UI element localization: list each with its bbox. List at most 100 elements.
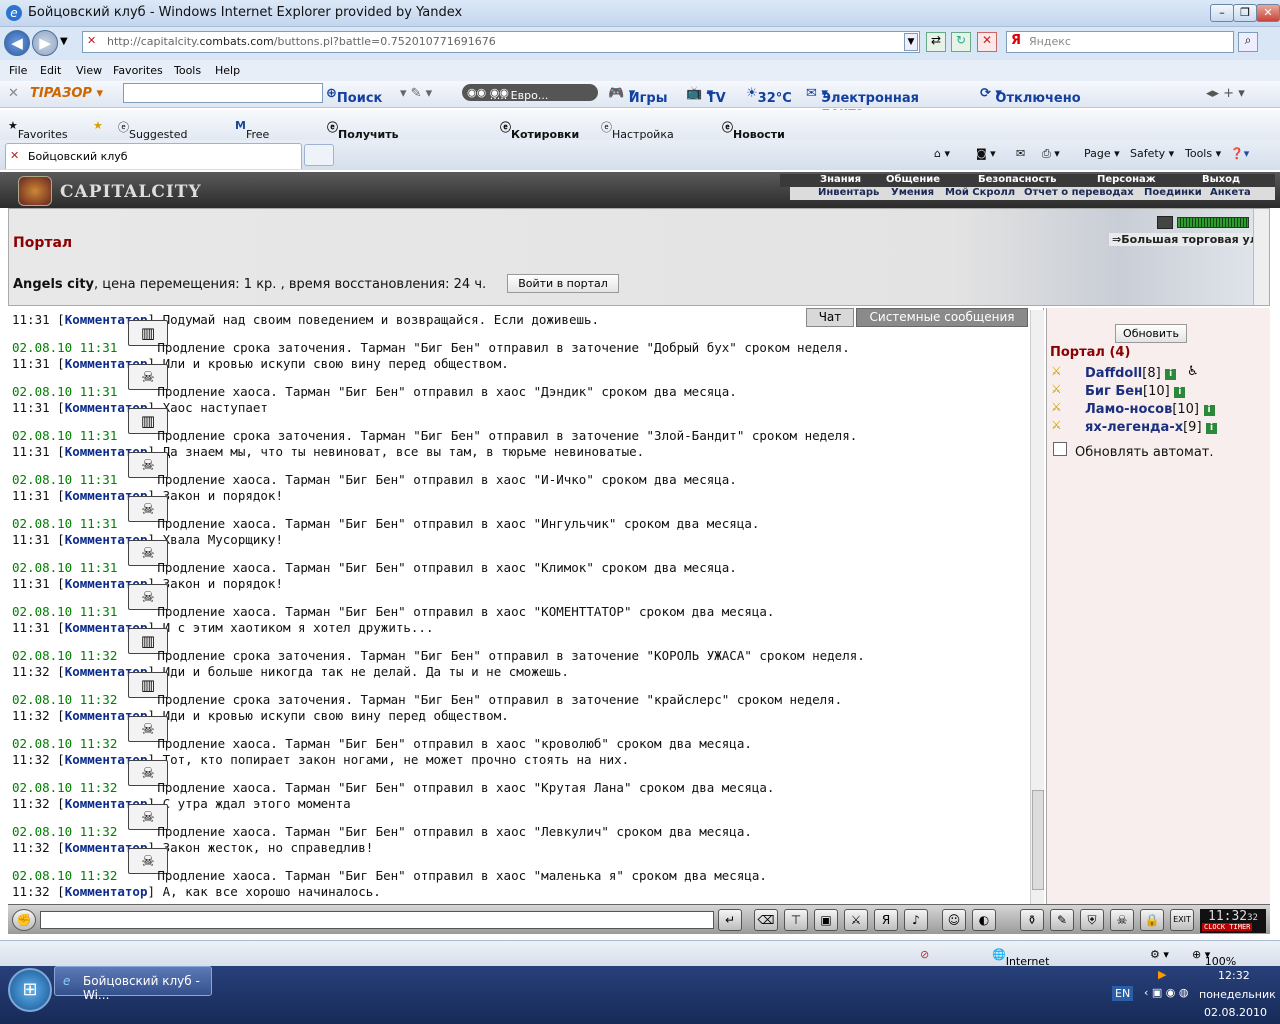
smiles-icon[interactable]: ✊	[12, 909, 36, 931]
chat-scroll-thumb[interactable]	[1032, 790, 1044, 890]
fav-link-settings[interactable]: ⓔ Настройка ссылок	[601, 119, 674, 154]
scroll-icon[interactable]: ✎	[1050, 909, 1074, 931]
tools-menu[interactable]: Tools ▾	[1185, 147, 1221, 160]
radio-player[interactable]: ◉◉ ..... Евро... ◉◉	[462, 84, 598, 102]
stop-icon[interactable]: ✕	[977, 32, 997, 52]
back-button[interactable]: ◀	[4, 30, 30, 56]
nav-my-scroll[interactable]: Мой Скролл	[945, 187, 1015, 198]
add-favorite-icon[interactable]: ★	[93, 119, 103, 132]
search-icon[interactable]: ⌕	[1238, 32, 1258, 52]
start-button[interactable]: ⊞	[8, 968, 52, 1012]
clear-icon[interactable]: ⌫	[754, 909, 778, 931]
location-link[interactable]: ⇒Большая торговая ул.	[1109, 233, 1265, 246]
menu-edit[interactable]: Edit	[40, 64, 61, 77]
protected-mode-icon[interactable]: ⚙ ▾	[1150, 948, 1169, 961]
chat-message-input[interactable]	[40, 911, 714, 929]
tray-icons[interactable]: ‹ ▣ ◉ ◍	[1144, 986, 1188, 999]
toolbar-search-field[interactable]	[123, 83, 323, 103]
nav-communication[interactable]: Общение	[886, 174, 940, 185]
fav-suggested-sites[interactable]: ⓔ Suggested Sites ▾	[118, 119, 187, 154]
lock-icon[interactable]: 🔒	[1140, 909, 1164, 931]
nav-battles[interactable]: Поединки	[1144, 187, 1202, 198]
online-user[interactable]: ях-легенда-х[9] i	[1085, 420, 1218, 435]
home-icon[interactable]: ⌂ ▾	[934, 147, 950, 160]
bag-icon[interactable]: ⚱	[1020, 909, 1044, 931]
nav-inventory[interactable]: Инвентарь	[818, 187, 879, 198]
armor-icon[interactable]: ⛨	[1080, 909, 1104, 931]
tirazor-logo-icon[interactable]: TIPAЗOP ▾	[30, 86, 103, 101]
user-action-icon[interactable]: ⚔	[1051, 382, 1069, 396]
toolbar-search-button[interactable]: ⊕ Поиск	[326, 86, 382, 106]
tab-system-messages[interactable]: Системные сообщения	[856, 308, 1028, 327]
language-indicator[interactable]: EN	[1112, 986, 1134, 1001]
popup-blocked-icon[interactable]: ⊘	[920, 948, 929, 961]
tray-time[interactable]: 12:32	[1218, 969, 1250, 982]
fav-free-hotmail[interactable]: M Free Hotmail	[235, 119, 289, 154]
tab-chat[interactable]: Чат	[806, 308, 854, 327]
sound-icon[interactable]: ♪	[904, 909, 928, 931]
online-user[interactable]: Ламо-носов[10] i	[1085, 402, 1215, 417]
mail-icon[interactable]: ✉	[1016, 147, 1025, 160]
refresh-button[interactable]: Обновить	[1115, 324, 1187, 343]
toolbar-close-icon[interactable]: ✕	[8, 86, 19, 101]
close-button[interactable]: ✕	[1256, 4, 1280, 22]
save-icon[interactable]: ▣	[814, 909, 838, 931]
favorites-button[interactable]: ★ Favorites	[8, 119, 68, 141]
address-dropdown-icon[interactable]: ▼	[904, 33, 918, 51]
refresh-icon[interactable]: ↻	[951, 32, 971, 52]
menu-favorites[interactable]: Favorites	[113, 64, 163, 77]
user-action-icon[interactable]: ⚔	[1051, 400, 1069, 414]
safety-menu[interactable]: Safety ▾	[1130, 147, 1174, 160]
send-icon[interactable]: ↵	[718, 909, 742, 931]
filter-icon[interactable]: ⊤	[784, 909, 808, 931]
view-icon[interactable]: ◐	[972, 909, 996, 931]
maximize-button[interactable]: ❐	[1233, 4, 1257, 22]
menu-help[interactable]: Help	[215, 64, 240, 77]
nav-knowledge[interactable]: Знания	[820, 174, 861, 185]
nav-character[interactable]: Персонаж	[1097, 174, 1156, 185]
forward-button[interactable]: ▶	[32, 30, 58, 56]
menu-tools[interactable]: Tools	[174, 64, 201, 77]
help-icon[interactable]: ❓▾	[1230, 147, 1249, 160]
user-action-icon[interactable]: ⚔	[1051, 364, 1069, 378]
feeds-icon[interactable]: ◙ ▾	[976, 147, 996, 160]
smile-icon[interactable]: ☺	[942, 909, 966, 931]
tab-active[interactable]: ✕ Бойцовский клуб	[5, 143, 302, 169]
address-input[interactable]: ✕ http://capitalcity.combats.com/buttons…	[82, 31, 920, 53]
portal-scrollbar[interactable]	[1253, 209, 1269, 305]
tv-button[interactable]: 📺 TV ▾	[686, 86, 726, 106]
fav-get-more[interactable]: ⓔ Получить больше до... ▾	[327, 119, 399, 167]
minimize-button[interactable]: –	[1210, 4, 1234, 22]
nav-skills[interactable]: Умения	[891, 187, 934, 198]
message-author[interactable]: Комментатор	[65, 884, 148, 899]
new-tab-button[interactable]	[304, 144, 334, 166]
auto-refresh-checkbox[interactable]	[1053, 442, 1067, 456]
menu-view[interactable]: View	[76, 64, 102, 77]
zoom-level[interactable]: ⊕ 100% ▾	[1192, 948, 1236, 968]
translit-icon[interactable]: Я	[874, 909, 898, 931]
menu-file[interactable]: File	[9, 64, 27, 77]
mail-button[interactable]: ✉ Электронная почта ▾	[806, 86, 919, 121]
compat-view-icon[interactable]: ⇄	[926, 32, 946, 52]
character-icon[interactable]	[1157, 216, 1173, 229]
taskbar-item-ie[interactable]: e Бойцовский клуб - Wi...	[54, 966, 212, 1002]
games-button[interactable]: 🎮 Игры ▾	[608, 86, 667, 106]
zone-indicator[interactable]: 🌐 Internet	[992, 948, 1049, 968]
fav-news[interactable]: ⓔ Новости ▾	[722, 119, 785, 154]
online-user[interactable]: Daffdoll[8] i	[1085, 366, 1177, 381]
fight-icon[interactable]: ⚔	[844, 909, 868, 931]
nav-profile[interactable]: Анкета	[1210, 187, 1251, 198]
search-input[interactable]: Я Яндекс	[1006, 31, 1234, 53]
online-user[interactable]: Биг Бен[10] i	[1085, 384, 1186, 399]
enter-portal-button[interactable]: Войти в портал	[507, 274, 619, 293]
nav-transfers-report[interactable]: Отчет о переводах	[1024, 187, 1134, 198]
print-icon[interactable]: ⎙ ▾	[1042, 147, 1060, 161]
tray-media-icon[interactable]: ▶	[1158, 968, 1166, 981]
user-action-icon[interactable]: ⚔	[1051, 418, 1069, 432]
nav-exit[interactable]: Выход	[1202, 174, 1240, 185]
history-dropdown-icon[interactable]: ▼	[60, 36, 68, 47]
page-menu[interactable]: Page ▾	[1084, 147, 1120, 160]
connection-status[interactable]: ⟳ Отключено ▾	[980, 86, 1081, 106]
toolbar-tools-icon[interactable]: ▾ ✎ ▾	[400, 86, 432, 101]
skull-icon[interactable]: ☠	[1110, 909, 1134, 931]
